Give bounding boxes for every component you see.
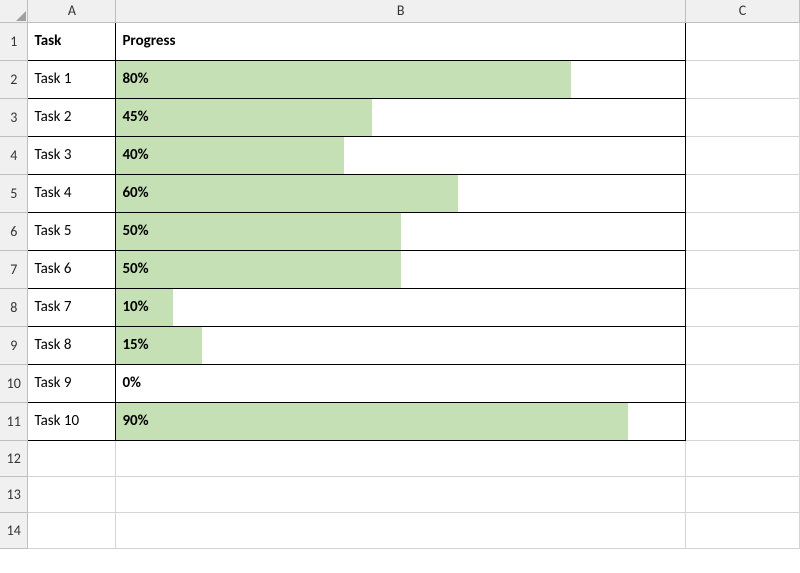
cell-B11[interactable]: 90% (116, 402, 686, 440)
row-header-8[interactable]: 8 (0, 288, 28, 326)
cell-C8[interactable] (686, 288, 800, 326)
progress-label: 90% (116, 403, 685, 439)
cell-B14[interactable] (116, 512, 686, 548)
cell-B8[interactable]: 10% (116, 288, 686, 326)
row-header-4[interactable]: 4 (0, 136, 28, 174)
cell-C6[interactable] (686, 212, 800, 250)
progress-label: 60% (116, 175, 685, 211)
cell-B4[interactable]: 40% (116, 136, 686, 174)
row-header-12[interactable]: 12 (0, 440, 28, 476)
row-4: 4 Task 3 40% (0, 136, 800, 174)
progress-label: 15% (116, 327, 685, 363)
row-6: 6 Task 5 50% (0, 212, 800, 250)
cell-B1[interactable]: Progress (116, 22, 686, 60)
column-header-C[interactable]: C (686, 0, 800, 22)
cell-A4[interactable]: Task 3 (28, 136, 116, 174)
row-header-9[interactable]: 9 (0, 326, 28, 364)
spreadsheet-grid[interactable]: A B C 1 Task Progress 2 Task 1 80% 3 Tas… (0, 0, 800, 549)
cell-B3[interactable]: 45% (116, 98, 686, 136)
cell-B2[interactable]: 80% (116, 60, 686, 98)
cell-A2[interactable]: Task 1 (28, 60, 116, 98)
cell-A14[interactable] (28, 512, 116, 548)
row-8: 8 Task 7 10% (0, 288, 800, 326)
cell-A10[interactable]: Task 9 (28, 364, 116, 402)
row-14: 14 (0, 512, 800, 548)
select-all-corner[interactable] (0, 0, 28, 22)
row-header-5[interactable]: 5 (0, 174, 28, 212)
cell-C4[interactable] (686, 136, 800, 174)
cell-B7[interactable]: 50% (116, 250, 686, 288)
cell-C2[interactable] (686, 60, 800, 98)
cell-A11[interactable]: Task 10 (28, 402, 116, 440)
progress-label: 10% (116, 289, 685, 325)
row-12: 12 (0, 440, 800, 476)
cell-C9[interactable] (686, 326, 800, 364)
row-2: 2 Task 1 80% (0, 60, 800, 98)
cell-A6[interactable]: Task 5 (28, 212, 116, 250)
cell-A5[interactable]: Task 4 (28, 174, 116, 212)
row-3: 3 Task 2 45% (0, 98, 800, 136)
cell-C12[interactable] (686, 440, 800, 476)
row-1: 1 Task Progress (0, 22, 800, 60)
progress-label: 50% (116, 251, 685, 287)
cell-C3[interactable] (686, 98, 800, 136)
row-11: 11 Task 10 90% (0, 402, 800, 440)
column-header-row: A B C (0, 0, 800, 22)
row-header-2[interactable]: 2 (0, 60, 28, 98)
cell-B13[interactable] (116, 476, 686, 512)
cell-B6[interactable]: 50% (116, 212, 686, 250)
row-header-14[interactable]: 14 (0, 512, 28, 548)
row-header-11[interactable]: 11 (0, 402, 28, 440)
cell-B10[interactable]: 0% (116, 364, 686, 402)
cell-B5[interactable]: 60% (116, 174, 686, 212)
cell-A13[interactable] (28, 476, 116, 512)
cell-A9[interactable]: Task 8 (28, 326, 116, 364)
cell-C13[interactable] (686, 476, 800, 512)
row-header-7[interactable]: 7 (0, 250, 28, 288)
cell-C7[interactable] (686, 250, 800, 288)
progress-label: 40% (116, 137, 685, 173)
row-header-6[interactable]: 6 (0, 212, 28, 250)
row-13: 13 (0, 476, 800, 512)
cell-C5[interactable] (686, 174, 800, 212)
progress-label: 80% (116, 61, 685, 97)
row-9: 9 Task 8 15% (0, 326, 800, 364)
row-header-3[interactable]: 3 (0, 98, 28, 136)
cell-C11[interactable] (686, 402, 800, 440)
cell-B12[interactable] (116, 440, 686, 476)
cell-B9[interactable]: 15% (116, 326, 686, 364)
progress-label: 0% (116, 365, 685, 401)
row-10: 10 Task 9 0% (0, 364, 800, 402)
cell-A3[interactable]: Task 2 (28, 98, 116, 136)
row-header-13[interactable]: 13 (0, 476, 28, 512)
progress-label: 50% (116, 213, 685, 249)
cell-C10[interactable] (686, 364, 800, 402)
cell-A12[interactable] (28, 440, 116, 476)
row-header-10[interactable]: 10 (0, 364, 28, 402)
cell-C1[interactable] (686, 22, 800, 60)
cell-A7[interactable]: Task 6 (28, 250, 116, 288)
cell-A8[interactable]: Task 7 (28, 288, 116, 326)
column-header-B[interactable]: B (116, 0, 686, 22)
row-5: 5 Task 4 60% (0, 174, 800, 212)
cell-A1[interactable]: Task (28, 22, 116, 60)
row-header-1[interactable]: 1 (0, 22, 28, 60)
cell-C14[interactable] (686, 512, 800, 548)
row-7: 7 Task 6 50% (0, 250, 800, 288)
column-header-A[interactable]: A (28, 0, 116, 22)
progress-label: 45% (116, 99, 685, 135)
